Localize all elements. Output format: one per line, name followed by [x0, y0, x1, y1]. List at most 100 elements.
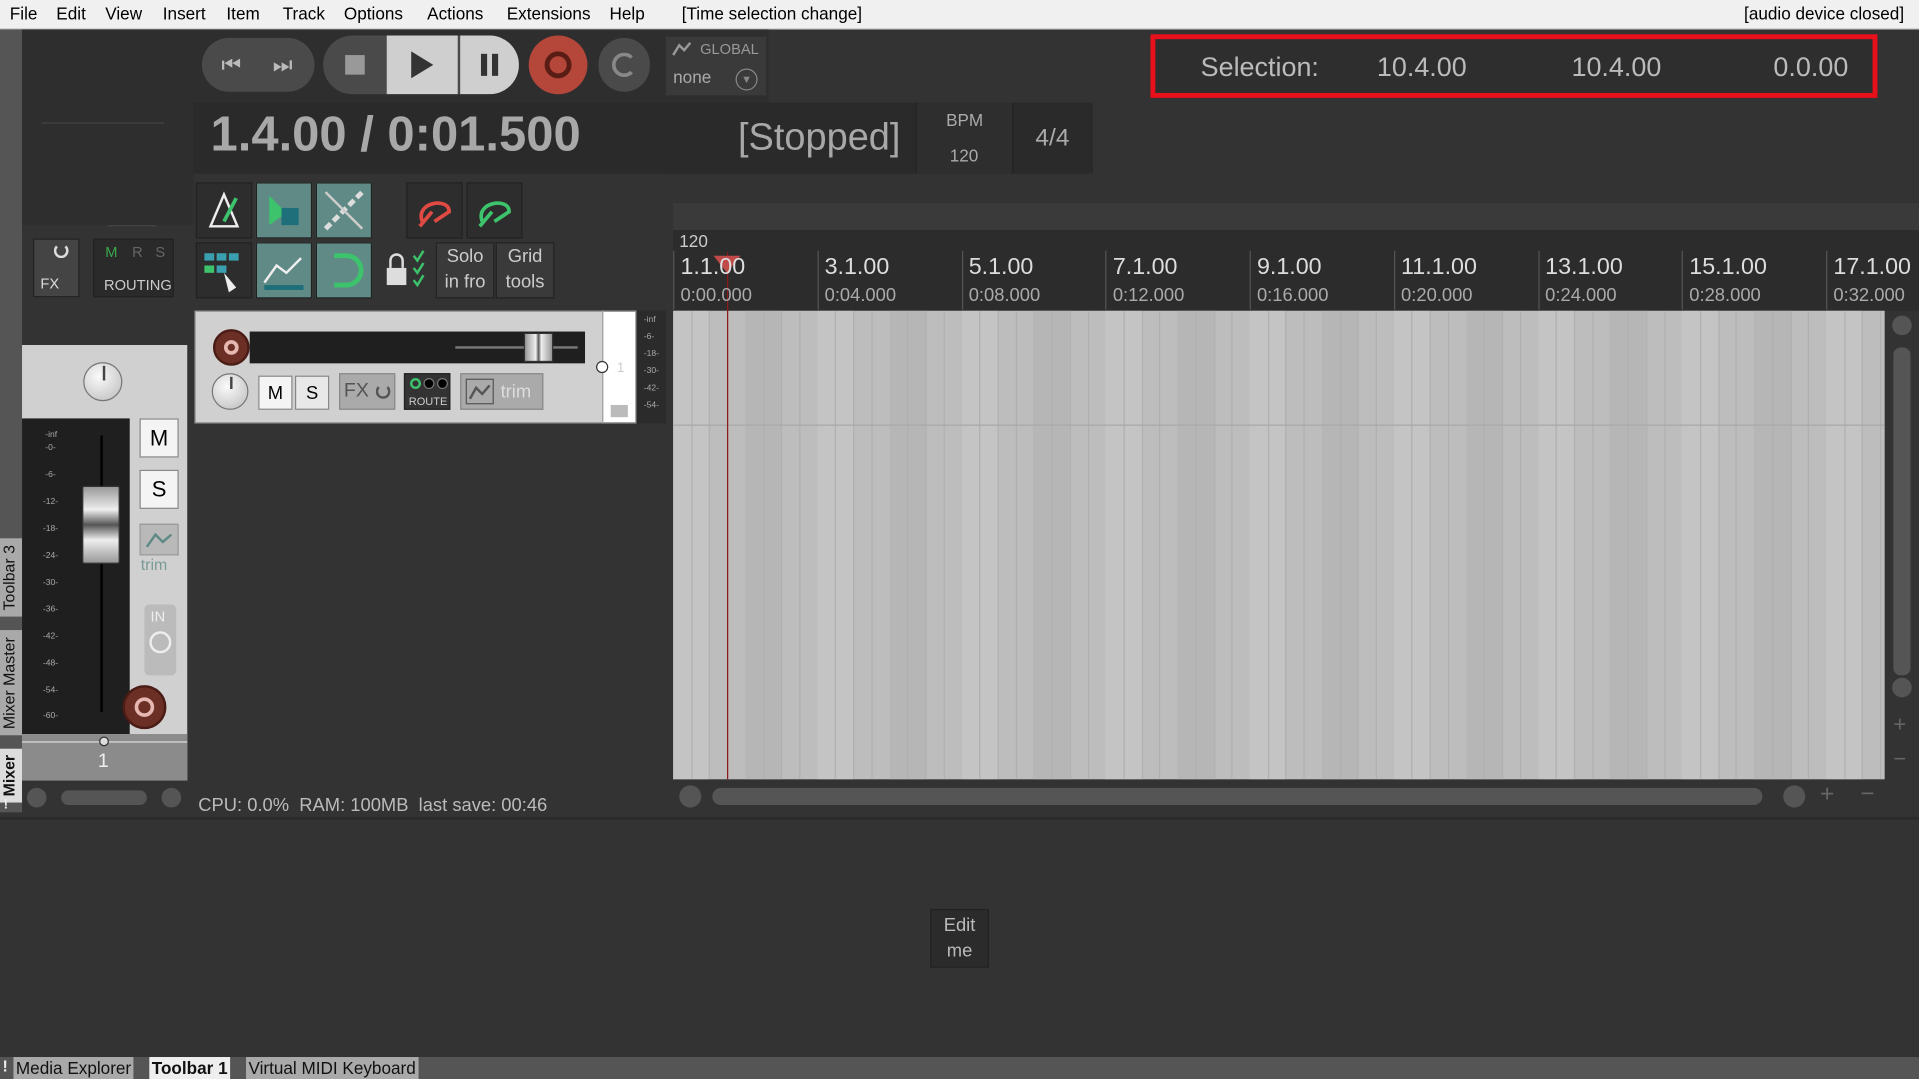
scroll-left-icon[interactable] [26, 787, 47, 808]
master-solo-button[interactable]: S [139, 469, 179, 509]
menu-insert[interactable]: Insert [163, 4, 206, 24]
track-record-arm-button[interactable] [212, 329, 250, 366]
tempo-marker[interactable]: 120 [679, 231, 708, 251]
menu-options[interactable]: Options [344, 4, 403, 24]
envelope-follow-button[interactable] [466, 182, 523, 239]
track-trim-button[interactable]: trim [460, 373, 544, 410]
vertical-scroll-thumb[interactable] [1893, 347, 1911, 676]
grid-tools-button[interactable]: Grid tools [495, 242, 555, 299]
track-volume-area[interactable] [249, 331, 586, 364]
tab-toolbar-1[interactable]: Toolbar 1 [149, 1057, 231, 1079]
edit-cursor[interactable] [726, 252, 729, 780]
menu-help[interactable]: Help [610, 4, 645, 24]
scroll-up-icon[interactable] [1892, 315, 1912, 336]
loop-points-linked-button[interactable] [406, 182, 463, 239]
tempo-lane[interactable]: 120 [673, 229, 1919, 253]
menu-track[interactable]: Track [283, 4, 325, 24]
tab-mixer-master[interactable]: Mixer Master [0, 630, 23, 736]
scroll-right-icon[interactable] [161, 787, 182, 808]
master-input-button[interactable]: IN [144, 604, 177, 676]
master-mute-button[interactable]: M [139, 418, 179, 458]
record-button[interactable] [528, 35, 588, 95]
auto-crossfade-button[interactable] [255, 182, 313, 239]
ruler-time-label: 0:16.000 [1256, 285, 1329, 306]
pause-button[interactable] [460, 35, 519, 95]
master-automation-icon[interactable] [139, 523, 179, 556]
menu-item[interactable]: Item [226, 4, 259, 24]
selection-length[interactable]: 0.0.00 [1773, 51, 1848, 83]
scroll-right-icon[interactable] [1783, 785, 1806, 808]
tab-media-explorer[interactable]: Media Explorer [13, 1057, 134, 1079]
dropdown-arrow-icon[interactable]: ▼ [735, 68, 758, 91]
lock-button[interactable] [375, 242, 433, 299]
time-signature[interactable]: 4/4 [1035, 125, 1069, 153]
menu-file[interactable]: File [10, 4, 38, 24]
envelope-icon [263, 257, 304, 290]
selection-end[interactable]: 10.4.00 [1571, 51, 1661, 83]
tab-virtual-midi-keyboard[interactable]: Virtual MIDI Keyboard [246, 1057, 419, 1079]
zoom-out-vertical-icon[interactable]: − [1893, 746, 1906, 772]
master-routing-button[interactable]: M R S ROUTING [93, 238, 174, 298]
scale-label: -18- [42, 524, 59, 534]
track-solo-button[interactable]: S [294, 375, 330, 410]
global-automation-panel[interactable]: GLOBAL none ▼ [665, 36, 767, 96]
grid-snap-button[interactable] [195, 242, 253, 299]
position-display[interactable]: 1.4.00 / 0:01.500 [211, 108, 581, 163]
bpm-panel[interactable]: BPM 120 [915, 102, 1014, 174]
track-resize-handle[interactable] [596, 360, 609, 374]
grid-line [1141, 310, 1143, 780]
solo-in-front-button[interactable]: Solo in fro [435, 242, 495, 299]
master-record-arm-button[interactable] [122, 685, 167, 730]
snap-magnet-button[interactable] [315, 242, 373, 299]
track-control-panel: M S FX ROUTE trim [194, 310, 604, 424]
edit-me-button[interactable]: Edit me [930, 908, 989, 968]
horizontal-scroll-thumb[interactable] [712, 787, 1763, 805]
zoom-out-horizontal-icon[interactable]: − [1860, 781, 1874, 809]
audio-device-status: [audio device closed] [1744, 3, 1905, 24]
grid-line [1483, 310, 1486, 780]
arrange-area[interactable] [673, 310, 1885, 780]
selection-start[interactable]: 10.4.00 [1377, 51, 1467, 83]
menu-extensions[interactable]: Extensions [507, 4, 591, 24]
tcp-header-blank [22, 29, 194, 227]
vertical-scrollbar[interactable]: + − [1884, 310, 1919, 780]
grid-line [1735, 310, 1738, 780]
master-fx-button[interactable]: FX [33, 238, 80, 298]
menu-actions[interactable]: Actions [427, 4, 483, 24]
tab-mixer[interactable]: Mixer [0, 748, 23, 803]
zoom-in-horizontal-icon[interactable]: + [1820, 781, 1834, 809]
track-route-button[interactable]: ROUTE [403, 373, 451, 410]
scroll-down-icon[interactable] [1892, 677, 1912, 698]
horizontal-scrollbar[interactable]: + − [673, 781, 1919, 810]
go-to-start-icon[interactable]: ⏮ [212, 45, 251, 84]
ruler-time-label: 0:08.000 [968, 285, 1041, 306]
track-mute-button[interactable]: M [258, 375, 293, 410]
ruler-time-label: 0:12.000 [1112, 285, 1185, 306]
repeat-button[interactable] [598, 37, 650, 92]
mixer-scrollbar[interactable] [26, 787, 184, 809]
grid-line [1447, 310, 1449, 780]
track-pan-knob[interactable] [211, 373, 249, 410]
bpm-value[interactable]: 120 [950, 146, 979, 166]
folder-icon[interactable] [610, 404, 628, 418]
go-to-end-icon[interactable]: ⏭ [263, 45, 302, 84]
menu-edit[interactable]: Edit [56, 4, 86, 24]
ruler-tick [1537, 250, 1540, 310]
play-button[interactable] [386, 35, 458, 95]
menu-view[interactable]: View [105, 4, 142, 24]
grid-line [1772, 310, 1774, 780]
stop-button[interactable] [323, 35, 387, 94]
zoom-in-vertical-icon[interactable]: + [1893, 712, 1906, 738]
tab-toolbar-3[interactable]: Toolbar 3 [0, 538, 23, 617]
ripple-edit-button[interactable] [315, 182, 373, 239]
scroll-left-icon[interactable] [679, 785, 702, 808]
master-volume-fader[interactable] [82, 485, 120, 564]
track-volume-fader[interactable] [523, 332, 554, 363]
mixer-scroll-thumb[interactable] [61, 790, 147, 805]
region-lane[interactable] [673, 203, 1919, 230]
master-pan-knob[interactable] [83, 362, 123, 402]
stop-icon [345, 55, 365, 75]
metronome-button[interactable] [195, 182, 253, 239]
envelope-points-button[interactable] [255, 242, 313, 299]
track-fx-button[interactable]: FX [339, 373, 396, 410]
